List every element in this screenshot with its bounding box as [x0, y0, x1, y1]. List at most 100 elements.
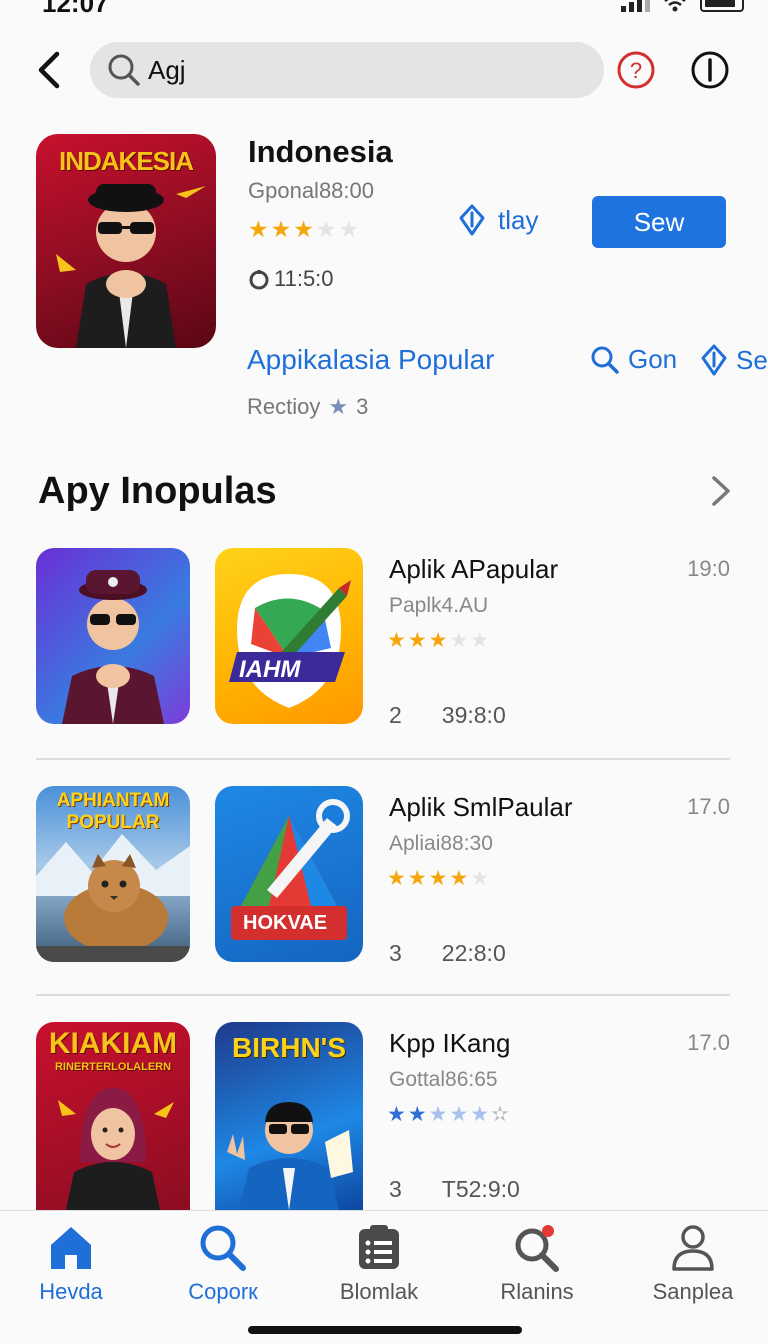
bottom-nav: Hevda Coporк Blomlak Rlanins Sanplea: [0, 1210, 768, 1344]
nav-label: Sanplea: [652, 1279, 734, 1304]
svg-text:?: ?: [630, 58, 642, 83]
app-count: 2: [389, 702, 402, 728]
person-icon: [672, 1225, 714, 1271]
signal-icon: [621, 0, 650, 12]
nav-label: Blomlak: [339, 1279, 419, 1304]
divider: [36, 758, 730, 760]
sew-button[interactable]: Sew: [592, 196, 726, 248]
nav-item-search[interactable]: Coporк: [158, 1223, 288, 1313]
app-subtitle: Paplk4.AU: [389, 594, 489, 617]
app-footer: 3 T52:9:0: [389, 1176, 520, 1203]
chevron-left-icon: [38, 51, 60, 89]
app-count: 3: [389, 1176, 402, 1202]
home-icon: [51, 1227, 91, 1269]
app-icon-text: RINERTERLOLALERN: [54, 1061, 172, 1073]
gon-button[interactable]: Gon: [590, 344, 677, 375]
app-icon: KIAKIAM RINERTERLOLALERN: [36, 1022, 190, 1210]
app-count: 3: [389, 940, 402, 966]
app-footer: 2 39:8:0: [389, 702, 506, 729]
status-time: 12:07: [42, 0, 109, 18]
app-rating: ★★★★★: [387, 629, 492, 652]
gon-label: Gon: [628, 344, 678, 374]
app-row[interactable]: APHIANTAM POPULAR HOKVAE Aplik SmlPaular…: [0, 786, 768, 976]
list-icon: [359, 1225, 399, 1269]
featured-rect-row: Rectioy ★ 3: [247, 394, 368, 420]
app-time: T52:9:0: [441, 1176, 520, 1202]
rect-badge: 3: [356, 394, 369, 419]
status-bar: 12:07: [0, 0, 768, 24]
app-name: Kpp IKang: [389, 1028, 511, 1058]
app-icon-text: KIAKIAM: [48, 1027, 178, 1060]
shield-icon: [459, 204, 485, 236]
shield-icon: [701, 344, 727, 376]
back-button[interactable]: [28, 48, 68, 92]
brand-logo-illustration: [231, 799, 350, 940]
nav-item-home[interactable]: Hevda: [6, 1223, 136, 1313]
nav-item-list[interactable]: Blomlak: [314, 1223, 444, 1313]
nav-item-profile[interactable]: Sanplea: [628, 1223, 758, 1313]
app-subtitle: Apliai88:30: [389, 832, 493, 855]
app-icon-text: HOKVAE: [243, 912, 328, 934]
featured-app: INDAKESIA Indonesia Gponal88:00 ★★★★★ 11…: [0, 130, 768, 430]
app-footer: 3 22:8:0: [389, 940, 506, 967]
status-icons: [621, 0, 744, 12]
app-size: 17.0: [687, 794, 730, 819]
nav-item-rankings[interactable]: Rlanins: [472, 1223, 602, 1313]
app-name: Aplik SmlPaular: [389, 792, 573, 822]
app-name: Aplik APapular: [389, 554, 559, 584]
info-icon[interactable]: [690, 50, 730, 90]
featured-app-title: Indonesia: [248, 134, 393, 169]
app-time: 39:8:0: [441, 702, 506, 728]
search-icon: [591, 346, 619, 374]
se-label: Se: [736, 344, 768, 375]
top-bar: ?: [0, 40, 768, 102]
person-illustration: [56, 184, 206, 348]
divider: [36, 994, 730, 996]
rect-label: Rectioy: [247, 394, 321, 419]
app-icon: [36, 548, 190, 724]
app-rating: ★★★★★✫: [387, 1103, 511, 1126]
featured-app-subtitle: Gponal88:00: [248, 178, 374, 203]
section-title: Apy Inopulas: [38, 470, 277, 512]
app-size: 17.0: [687, 1030, 730, 1055]
featured-app-icon[interactable]: INDAKESIA: [36, 134, 216, 348]
app-icon-text: IAHM: [239, 656, 301, 683]
app-icon: BIRHN'S: [215, 1022, 363, 1210]
nav-label: Hevda: [39, 1279, 103, 1304]
se-button[interactable]: Se: [700, 344, 768, 376]
star-icon: ★: [328, 394, 349, 419]
app-icon-text: APHIANTAM: [56, 790, 170, 811]
app-subtitle: Gottal86:65: [389, 1068, 498, 1091]
app-icon: IAHM: [215, 548, 363, 724]
search-bar[interactable]: [90, 42, 604, 98]
popular-link[interactable]: Appikalasia Popular: [247, 344, 495, 376]
search-input[interactable]: [148, 54, 568, 86]
home-indicator: [248, 1326, 522, 1334]
featured-time: 11:5:0: [248, 266, 334, 292]
nav-label: Coporк: [188, 1279, 258, 1304]
wifi-icon: [664, 0, 686, 12]
nav-label: Rlanins: [500, 1279, 574, 1304]
person-illustration: [62, 570, 164, 724]
search-badge-icon: [515, 1225, 559, 1272]
app-icon: HOKVAE: [215, 786, 363, 962]
app-size: 19:0: [687, 556, 730, 581]
app-row[interactable]: KIAKIAM RINERTERLOLALERN BIRHN'S Kpp IKa…: [0, 1022, 768, 1212]
app-icon-text: BIRHN'S: [232, 1032, 346, 1063]
help-icon[interactable]: ?: [616, 50, 656, 90]
app-time: 22:8:0: [441, 940, 506, 966]
app-rating: ★★★★★: [387, 867, 492, 890]
app-icon-text: POPULAR: [66, 812, 160, 833]
app-icon: APHIANTAM POPULAR: [36, 786, 190, 962]
play-button[interactable]: tlay: [458, 204, 538, 236]
brand-logo-illustration: [229, 574, 351, 708]
chevron-right-icon[interactable]: [706, 474, 734, 508]
search-icon: [108, 54, 140, 86]
featured-time-value: 11:5:0: [274, 266, 334, 291]
timer-icon: [249, 270, 269, 290]
battery-icon: [700, 0, 744, 12]
play-label: tlay: [498, 204, 539, 235]
app-row[interactable]: IAHM Aplik APapular Paplk4.AU ★★★★★ 2 39…: [0, 548, 768, 738]
search-icon: [200, 1225, 246, 1271]
featured-rating: ★★★★★: [248, 216, 362, 242]
